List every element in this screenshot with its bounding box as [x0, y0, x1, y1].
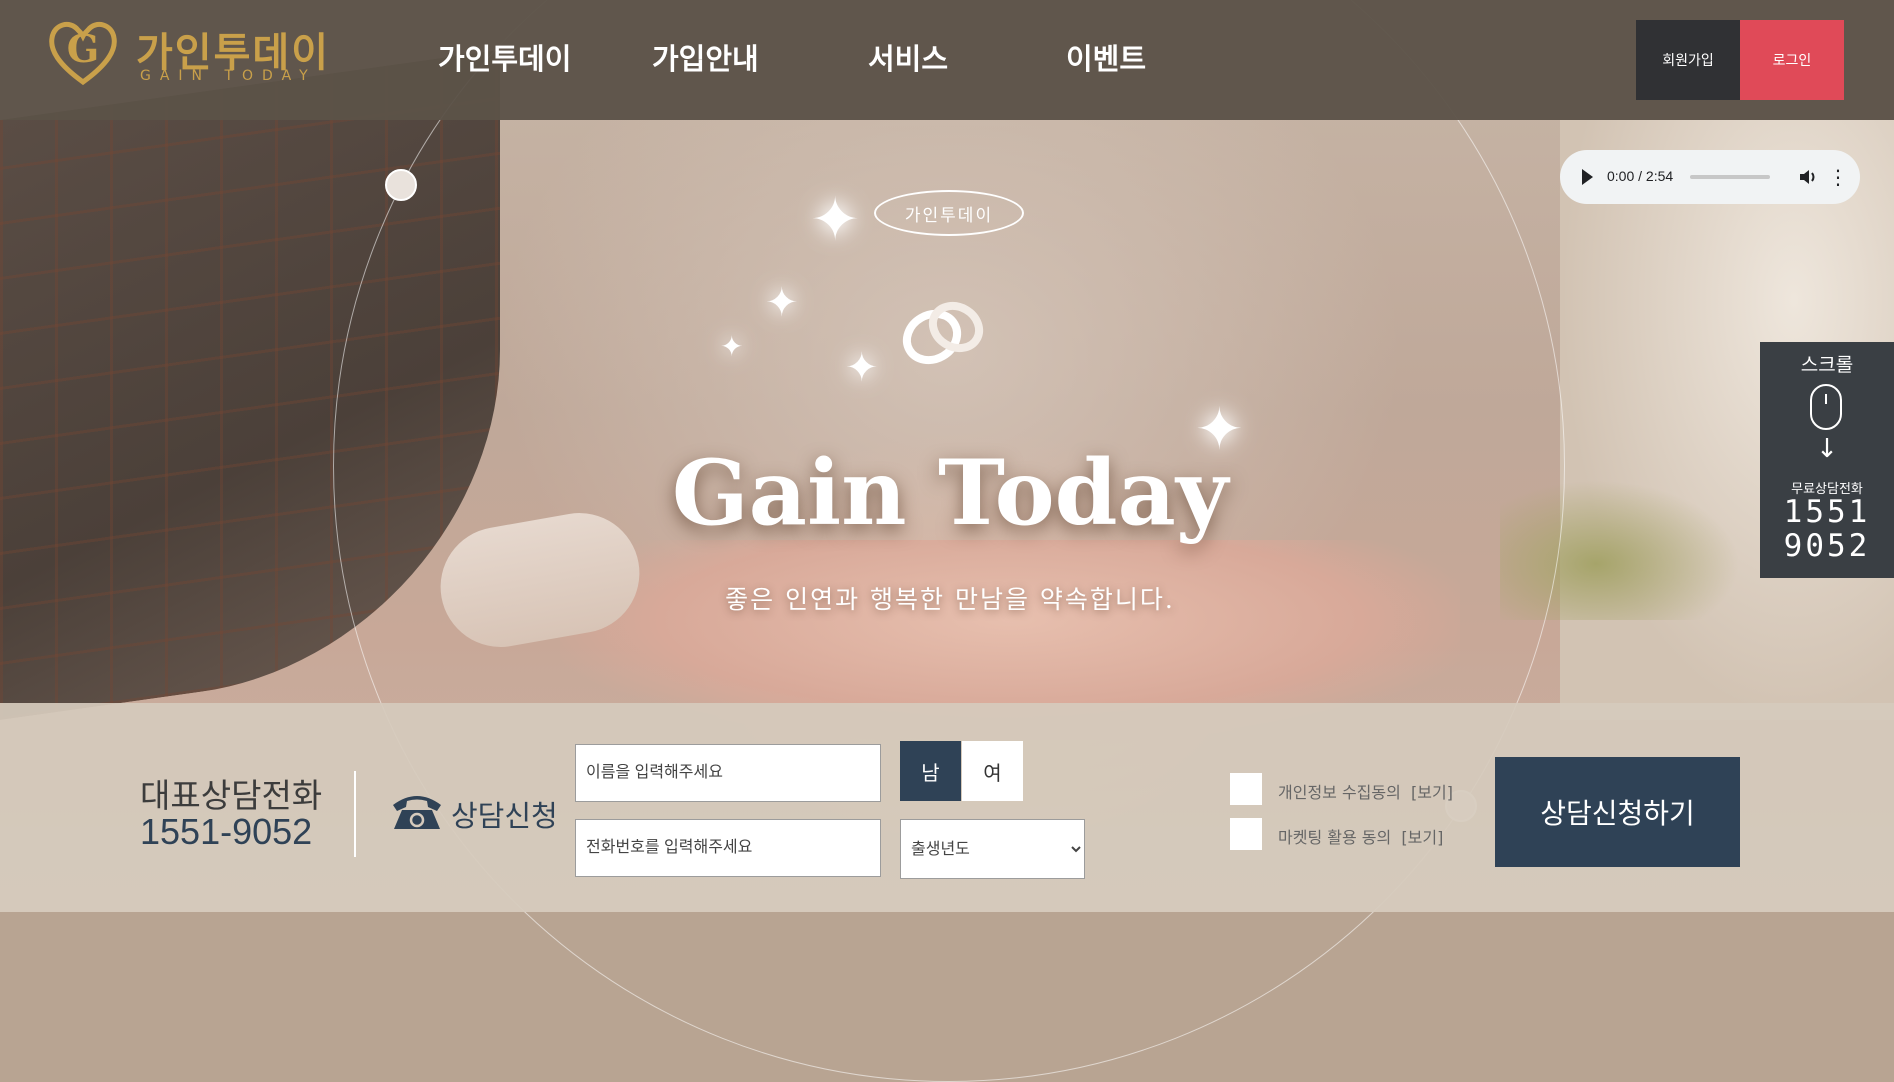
sparkle-icon: ✦	[720, 330, 744, 363]
gender-female-button[interactable]: 여	[962, 741, 1023, 801]
divider	[354, 771, 356, 857]
svg-text:G: G	[67, 26, 99, 71]
name-input[interactable]	[575, 744, 881, 802]
nav-item-gaintoday[interactable]: 가인투데이	[438, 36, 571, 78]
audio-player: 0:00 / 2:54 ⋮	[1560, 150, 1860, 204]
submit-consultation-button[interactable]: 상담신청하기	[1495, 757, 1740, 867]
apply-label: 상담신청	[451, 799, 558, 833]
hero-subline: 좋은 인연과 행복한 만남을 약속합니다.	[725, 585, 1175, 614]
marketing-text: 마켓팅 활용 동의	[1278, 828, 1392, 847]
telephone-icon	[393, 796, 441, 829]
privacy-text: 개인정보 수집동의	[1278, 783, 1401, 802]
marketing-view-link[interactable]: [보기]	[1401, 828, 1443, 847]
arrow-down-icon: ↓	[1816, 434, 1838, 464]
login-button[interactable]: 로그인	[1740, 20, 1844, 100]
birth-year-select[interactable]: 출생년도	[900, 819, 1085, 879]
free-consult-number-part2: 9052	[1783, 528, 1871, 564]
gender-male-button[interactable]: 남	[900, 741, 961, 801]
nav-item-service[interactable]: 서비스	[868, 36, 948, 78]
mouse-scroll-icon[interactable]	[1810, 384, 1842, 430]
audio-progress-track[interactable]	[1690, 175, 1770, 179]
privacy-view-link[interactable]: [보기]	[1411, 783, 1453, 802]
hero-headline: Gain Today	[671, 440, 1229, 546]
privacy-checkbox[interactable]	[1230, 773, 1262, 805]
free-consult-number-part1: 1551	[1783, 494, 1871, 530]
play-icon[interactable]	[1582, 169, 1593, 185]
logo[interactable]: G 가인투데이 GAIN TODAY	[48, 14, 348, 94]
marketing-checkbox[interactable]	[1230, 818, 1262, 850]
side-quick-panel: 스크롤 ↓ 무료상담전화 1551 9052	[1760, 342, 1894, 578]
scroll-label: 스크롤	[1800, 354, 1854, 376]
privacy-consent-label: 개인정보 수집동의 [보기]	[1278, 779, 1453, 803]
wedding-rings-icon	[902, 301, 984, 365]
audio-time: 0:00 / 2:54	[1607, 168, 1674, 184]
sparkle-icon: ✦	[810, 185, 861, 255]
rep-phone-number: 1551-9052	[140, 811, 313, 852]
site-header: G 가인투데이 GAIN TODAY 가인투데이 가입안내 서비스 이벤트 회원…	[0, 0, 1894, 120]
marketing-consent-label: 마켓팅 활용 동의 [보기]	[1278, 824, 1443, 848]
hero-badge: 가인투데이	[874, 190, 1024, 236]
phone-input[interactable]	[575, 819, 881, 877]
more-options-icon[interactable]: ⋮	[1828, 167, 1848, 187]
sparkle-icon: ✦	[845, 345, 879, 391]
sparkle-icon: ✦	[765, 280, 799, 326]
nav-item-join-guide[interactable]: 가입안내	[652, 36, 759, 78]
nav-item-event[interactable]: 이벤트	[1066, 36, 1146, 78]
logo-subtext: GAIN TODAY	[140, 68, 317, 84]
rep-phone-title: 대표상담전화	[140, 777, 323, 814]
heart-logo-icon: G	[49, 21, 117, 86]
circle-dot	[385, 169, 417, 201]
signup-button[interactable]: 회원가입	[1636, 20, 1740, 100]
volume-icon[interactable]	[1797, 166, 1819, 188]
